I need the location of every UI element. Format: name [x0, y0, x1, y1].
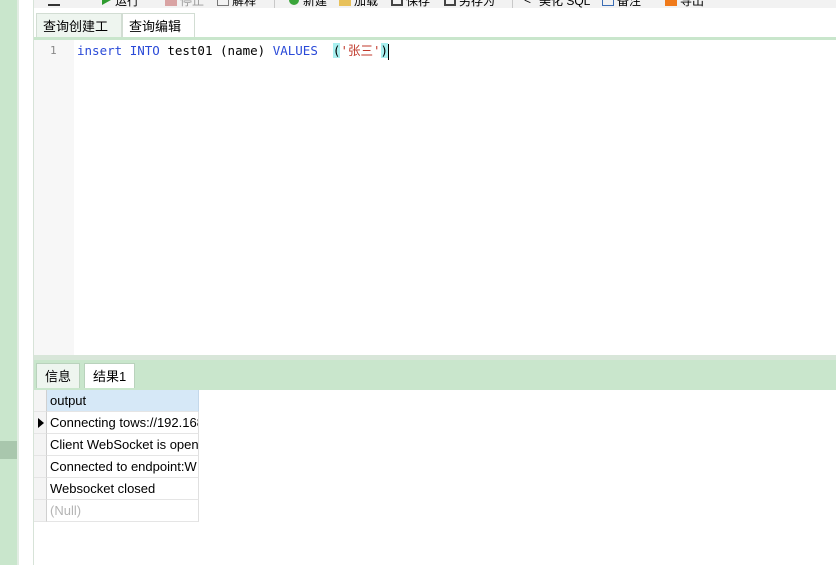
stop-label: 停止 — [180, 0, 205, 8]
editor-tabs: 查询创建工具 查询编辑器 — [34, 11, 836, 59]
new-button[interactable]: 新建 — [288, 0, 327, 8]
toolbar-separator — [512, 0, 513, 8]
folder-icon — [339, 0, 351, 6]
save-label: 保存 — [406, 0, 431, 8]
table-cell[interactable]: Client WebSocket is open — [47, 434, 199, 456]
column-list: (name) — [220, 43, 266, 58]
play-icon — [102, 0, 111, 5]
beautify-label: 美化 SQL — [539, 0, 591, 8]
table-cell[interactable]: Connecting tows://192.168 — [47, 412, 199, 434]
note-label: 备注 — [617, 0, 642, 8]
tab-result1-label: 结果1 — [93, 369, 127, 384]
current-row-arrow-icon — [38, 418, 44, 428]
tab-query-builder[interactable]: 查询创建工具 — [36, 13, 122, 59]
new-label: 新建 — [303, 0, 328, 8]
run-button[interactable]: 运行 — [100, 0, 139, 8]
tab-info[interactable]: 信息 — [36, 363, 81, 388]
note-icon — [602, 0, 614, 6]
stop-button[interactable]: 停止 — [165, 0, 204, 8]
result-tabs: 信息 结果1 — [34, 360, 836, 388]
row-indicator[interactable] — [34, 500, 47, 522]
table-cell[interactable]: Websocket closed — [47, 478, 199, 500]
note-button[interactable]: 备注 — [602, 0, 641, 8]
line-number-gutter: 1 — [34, 40, 74, 355]
table-name: test01 — [167, 43, 213, 58]
load-button[interactable]: 加载 — [339, 0, 378, 8]
load-label: 加载 — [354, 0, 379, 8]
text-caret — [388, 43, 390, 60]
save-as-button[interactable]: 另存为 — [444, 0, 495, 8]
table-cell-null[interactable]: (Null) — [47, 500, 199, 522]
save-icon — [391, 0, 403, 6]
row-indicator[interactable] — [34, 412, 47, 434]
export-button[interactable]: 导出 — [665, 0, 704, 8]
row-indicator[interactable] — [34, 434, 47, 456]
line-number: 1 — [50, 44, 57, 57]
left-panel-selected-marker — [0, 441, 17, 459]
save-as-label: 另存为 — [459, 0, 496, 8]
beautify-sql-button[interactable]: < 美化 SQL — [524, 0, 590, 8]
save-as-icon — [444, 0, 456, 6]
code-line[interactable]: insert INTO test01 (name) VALUES ('张三') — [77, 41, 390, 61]
beautify-icon: < — [524, 0, 532, 7]
gutter-strip — [19, 0, 34, 565]
toolbar: 运行 停止 解释 新建 加载 保存 另存为 < 美化 SQL 备注 导出 — [34, 0, 836, 8]
keyword-into: INTO — [129, 43, 160, 58]
explain-button[interactable]: 解释 — [217, 0, 256, 8]
sql-editor[interactable]: 1 insert INTO test01 (name) VALUES ('张三'… — [34, 40, 836, 355]
left-panel-strip — [0, 0, 17, 565]
string-literal: '张三' — [340, 43, 381, 58]
close-paren: ) — [380, 43, 389, 58]
run-label: 运行 — [115, 0, 140, 8]
keyword-insert: insert — [77, 43, 123, 58]
keyword-values: VALUES — [272, 43, 318, 58]
tab-query-editor[interactable]: 查询编辑器 — [122, 13, 195, 59]
export-icon — [665, 0, 677, 6]
save-button[interactable]: 保存 — [391, 0, 430, 8]
new-icon — [289, 0, 299, 5]
export-label: 导出 — [680, 0, 705, 8]
menu-button[interactable] — [48, 0, 60, 8]
column-header-output[interactable]: output — [47, 390, 199, 412]
menu-icon — [48, 0, 60, 6]
explain-icon — [217, 0, 229, 6]
row-indicator[interactable] — [34, 456, 47, 478]
row-indicator-column — [34, 390, 47, 522]
stop-icon — [165, 0, 177, 6]
tab-result1[interactable]: 结果1 — [84, 363, 136, 388]
table-cell[interactable]: Connected to endpoint:W — [47, 456, 199, 478]
tab-info-label: 信息 — [45, 369, 72, 384]
explain-label: 解释 — [232, 0, 257, 8]
toolbar-separator — [274, 0, 275, 8]
column-output: output Connecting tows://192.168 Client … — [47, 390, 199, 522]
row-indicator[interactable] — [34, 478, 47, 500]
row-indicator-header — [34, 390, 47, 412]
result-grid: output Connecting tows://192.168 Client … — [34, 390, 836, 565]
